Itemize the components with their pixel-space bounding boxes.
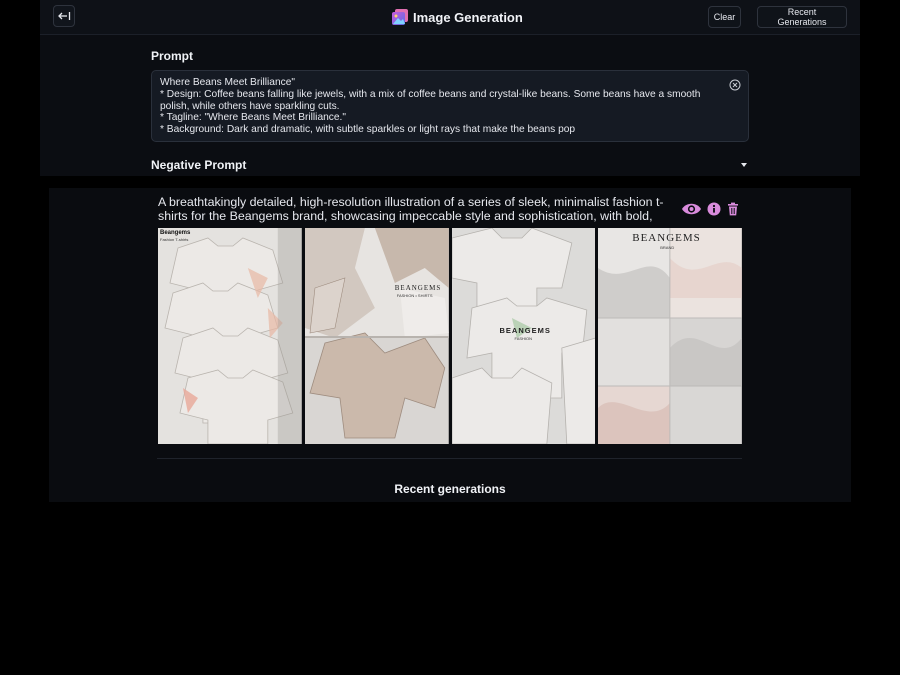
generated-images: Beangems Fashion T-shirts BEANGEMS FASHI…: [158, 228, 742, 444]
result-actions: [681, 200, 740, 218]
collapse-sidebar-button[interactable]: [53, 5, 75, 27]
info-icon[interactable]: [707, 202, 721, 216]
recent-generations-button[interactable]: Recent Generations: [757, 6, 847, 28]
generated-image-1[interactable]: Beangems Fashion T-shirts: [158, 228, 302, 444]
negative-prompt-label[interactable]: Negative Prompt: [151, 158, 246, 172]
trash-icon[interactable]: [726, 202, 740, 216]
prompt-form: Prompt Where Beans Meet Brilliance" * De…: [40, 35, 860, 176]
app-title-group: Image Generation: [391, 7, 523, 27]
recent-generations-heading: Recent generations: [394, 482, 506, 496]
image-brand-text: BEANGEMS: [632, 232, 701, 244]
image-tag-text: FASHION: [514, 336, 533, 341]
prompt-textarea[interactable]: Where Beans Meet Brilliance" * Design: C…: [151, 70, 749, 142]
clear-button[interactable]: Clear: [708, 6, 741, 28]
chevron-down-icon[interactable]: [739, 161, 749, 169]
image-tag-text: FASHION • SHIRTS: [396, 293, 433, 298]
generated-image-2[interactable]: BEANGEMS FASHION • SHIRTS: [304, 228, 449, 444]
eye-icon[interactable]: [681, 202, 702, 216]
prompt-value[interactable]: Where Beans Meet Brilliance" * Design: C…: [160, 77, 720, 136]
image-gallery-icon: [392, 9, 408, 25]
top-bar: Image Generation Clear Recent Generation…: [40, 0, 860, 35]
generation-description: A breathtakingly detailed, high-resoluti…: [158, 195, 664, 223]
image-tag-text: BRAND: [660, 245, 675, 250]
prompt-label: Prompt: [151, 49, 193, 63]
generated-image-4[interactable]: BEANGEMS BRAND: [598, 228, 742, 444]
clear-prompt-icon[interactable]: [729, 79, 741, 91]
app-title: Image Generation: [413, 9, 523, 25]
divider: [157, 458, 742, 459]
generation-result: A breathtakingly detailed, high-resoluti…: [49, 188, 851, 502]
collapse-left-icon: [57, 12, 70, 20]
image-brand-text: BEANGEMS: [499, 326, 551, 335]
image-brand-text: Beangems: [160, 230, 191, 236]
image-brand-text: BEANGEMS: [394, 284, 442, 292]
generated-image-3[interactable]: BEANGEMS FASHION: [451, 228, 596, 444]
image-tag-text: Fashion T-shirts: [160, 237, 189, 242]
